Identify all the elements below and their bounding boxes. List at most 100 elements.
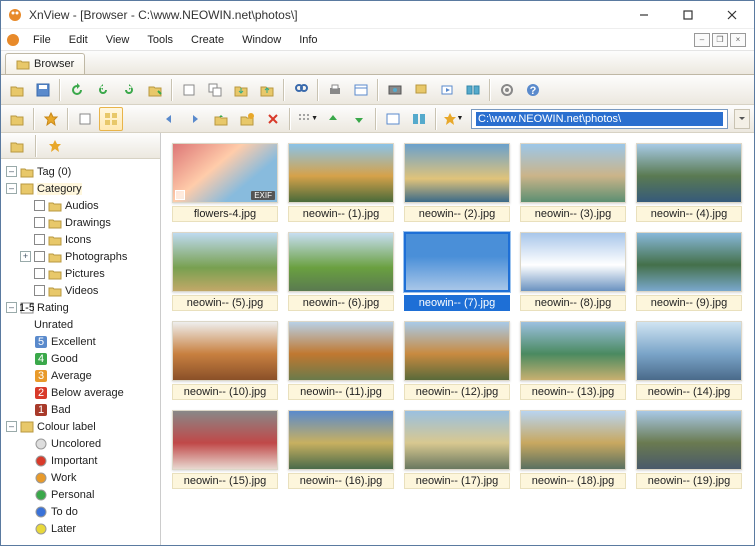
thumbnail-image[interactable]	[636, 321, 742, 381]
tree-colour-1[interactable]: Important	[3, 452, 158, 469]
thumb-cell[interactable]: neowin-- (12).jpg	[403, 321, 511, 400]
thumb-cell[interactable]: neowin-- (14).jpg	[635, 321, 743, 400]
tree-colour-0[interactable]: Uncolored	[3, 435, 158, 452]
filter-button[interactable]	[381, 107, 405, 131]
tree-cat-drawings[interactable]: Drawings	[3, 214, 158, 231]
tree-colour-3[interactable]: Personal	[3, 486, 158, 503]
tree-cat-icons[interactable]: Icons	[3, 231, 158, 248]
settings-button[interactable]	[495, 78, 519, 102]
thumbnail-image[interactable]	[404, 232, 510, 292]
import-button[interactable]	[229, 78, 253, 102]
tree-rating-1[interactable]: 5Excellent	[3, 333, 158, 350]
tree-colour-5[interactable]: Later	[3, 520, 158, 537]
view-thumbs-button[interactable]	[99, 107, 123, 131]
tree-colour-4[interactable]: To do	[3, 503, 158, 520]
thumb-cell[interactable]: neowin-- (10).jpg	[171, 321, 279, 400]
sort-button[interactable]: ▼	[295, 107, 319, 131]
menu-tools[interactable]: Tools	[139, 32, 181, 48]
help-button[interactable]: ?	[521, 78, 545, 102]
mdi-close[interactable]: ×	[730, 33, 746, 47]
tree-rating[interactable]: –1-5Rating	[3, 299, 158, 316]
slideshow-button[interactable]	[435, 78, 459, 102]
thumbnail-image[interactable]	[172, 232, 278, 292]
properties-button[interactable]	[349, 78, 373, 102]
export-button[interactable]	[255, 78, 279, 102]
copy-button[interactable]	[203, 78, 227, 102]
thumbnail-image[interactable]	[636, 232, 742, 292]
compare-button[interactable]	[461, 78, 485, 102]
minimize-button[interactable]	[622, 1, 666, 29]
thumb-cell[interactable]: neowin-- (17).jpg	[403, 410, 511, 489]
layout-button[interactable]	[407, 107, 431, 131]
address-dropdown[interactable]	[734, 109, 750, 129]
new-folder-button[interactable]	[235, 107, 259, 131]
thumbnail-image[interactable]	[636, 410, 742, 470]
thumb-cell[interactable]: neowin-- (2).jpg	[403, 143, 511, 222]
maximize-button[interactable]	[666, 1, 710, 29]
tree-cat-photographs[interactable]: +Photographs	[3, 248, 158, 265]
thumb-cell[interactable]: EXIFflowers-4.jpg	[171, 143, 279, 222]
sidebar-tab-favorites[interactable]	[43, 134, 67, 158]
thumbnail-image[interactable]	[520, 321, 626, 381]
thumb-cell[interactable]: neowin-- (16).jpg	[287, 410, 395, 489]
thumb-cell[interactable]: neowin-- (8).jpg	[519, 232, 627, 311]
favorite-button[interactable]: ▼	[441, 107, 465, 131]
browse-folder-button[interactable]	[143, 78, 167, 102]
search-button[interactable]	[289, 78, 313, 102]
thumbnail-image[interactable]	[636, 143, 742, 203]
tag-button[interactable]	[5, 107, 29, 131]
tree-cat-videos[interactable]: Videos	[3, 282, 158, 299]
thumb-cell[interactable]: neowin-- (1).jpg	[287, 143, 395, 222]
sidebar-tab-folders[interactable]	[5, 134, 29, 158]
mdi-minimize[interactable]: –	[694, 33, 710, 47]
tree-colour-2[interactable]: Work	[3, 469, 158, 486]
thumbnail-image[interactable]	[404, 143, 510, 203]
thumbnail-image[interactable]	[172, 321, 278, 381]
star-button[interactable]	[39, 107, 63, 131]
menu-edit[interactable]: Edit	[61, 32, 96, 48]
rotate-right-button[interactable]	[117, 78, 141, 102]
thumbnail-image[interactable]	[404, 321, 510, 381]
menu-view[interactable]: View	[98, 32, 138, 48]
capture-button[interactable]	[409, 78, 433, 102]
thumb-cell[interactable]: neowin-- (3).jpg	[519, 143, 627, 222]
rotate-left-button[interactable]	[91, 78, 115, 102]
tree-view[interactable]: –Tag (0)–CategoryAudiosDrawingsIcons+Pho…	[1, 159, 160, 545]
thumb-cell[interactable]: neowin-- (19).jpg	[635, 410, 743, 489]
back-button[interactable]	[157, 107, 181, 131]
menu-file[interactable]: File	[25, 32, 59, 48]
delete-button[interactable]	[261, 107, 285, 131]
thumbnail-image[interactable]	[520, 410, 626, 470]
thumbnail-image[interactable]	[288, 232, 394, 292]
save-button[interactable]	[31, 78, 55, 102]
up-button[interactable]	[209, 107, 233, 131]
thumb-cell[interactable]: neowin-- (15).jpg	[171, 410, 279, 489]
tree-rating-5[interactable]: 1Bad	[3, 401, 158, 418]
thumbnail-image[interactable]	[172, 410, 278, 470]
thumbnail-image[interactable]	[520, 232, 626, 292]
thumbnail-image[interactable]	[288, 143, 394, 203]
menu-window[interactable]: Window	[234, 32, 289, 48]
thumbnail-image[interactable]: EXIF	[172, 143, 278, 203]
open-button[interactable]	[5, 78, 29, 102]
tab-browser[interactable]: Browser	[5, 53, 85, 74]
thumbnail-image[interactable]	[404, 410, 510, 470]
sort-asc-button[interactable]	[321, 107, 345, 131]
tree-category[interactable]: –Category	[3, 180, 158, 197]
tree-rating-2[interactable]: 4Good	[3, 350, 158, 367]
thumb-cell[interactable]: neowin-- (5).jpg	[171, 232, 279, 311]
thumb-cell[interactable]: neowin-- (4).jpg	[635, 143, 743, 222]
tree-cat-pictures[interactable]: Pictures	[3, 265, 158, 282]
print-button[interactable]	[323, 78, 347, 102]
mdi-restore[interactable]: ❐	[712, 33, 728, 47]
cut-button[interactable]	[177, 78, 201, 102]
thumb-cell[interactable]: neowin-- (18).jpg	[519, 410, 627, 489]
thumb-cell[interactable]: neowin-- (9).jpg	[635, 232, 743, 311]
tree-rating-0[interactable]: Unrated	[3, 316, 158, 333]
tree-colour[interactable]: –Colour label	[3, 418, 158, 435]
forward-button[interactable]	[183, 107, 207, 131]
refresh-button[interactable]	[65, 78, 89, 102]
tree-cat-audios[interactable]: Audios	[3, 197, 158, 214]
close-button[interactable]	[710, 1, 754, 29]
view-list-button[interactable]	[73, 107, 97, 131]
